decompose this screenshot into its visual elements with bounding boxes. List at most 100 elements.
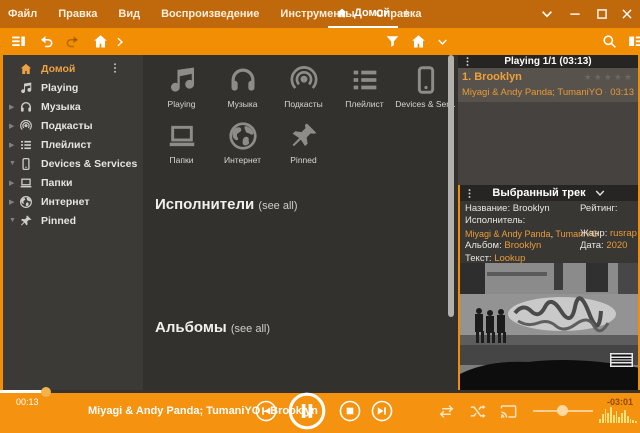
expand-arrow-icon[interactable]: ▼: [9, 160, 19, 167]
album-art: [460, 263, 638, 390]
tile-music[interactable]: Музыка: [212, 62, 273, 112]
tile-devices[interactable]: Devices & Ser...: [395, 62, 456, 112]
album-label: Альбом:: [465, 240, 502, 251]
sidebar-item-folders[interactable]: ▶ Папки: [3, 173, 143, 192]
back-icon[interactable]: [38, 33, 55, 50]
location-home-icon[interactable]: [410, 33, 427, 50]
genre-link[interactable]: rusrap: [610, 228, 637, 239]
title-value: Brooklyn: [513, 203, 550, 214]
laptop-icon: [166, 120, 198, 152]
menu-play[interactable]: Воспроизведение: [161, 8, 259, 20]
queue-track-title: 1. Brooklyn: [462, 71, 522, 83]
queue-track-row[interactable]: 1. Brooklyn ★★★★★ Miyagi & Andy Panda; T…: [458, 68, 638, 102]
tile-label: Pinned: [290, 155, 316, 165]
vertical-scrollbar[interactable]: [448, 55, 454, 317]
expand-arrow-icon[interactable]: ▶: [9, 179, 19, 187]
rating-stars[interactable]: ★★★★★: [584, 72, 634, 83]
panel-menu-icon[interactable]: [464, 188, 475, 199]
stop-button[interactable]: [339, 400, 361, 422]
expand-arrow-icon[interactable]: ▶: [9, 103, 19, 111]
maximize-button[interactable]: [595, 7, 609, 21]
expand-arrow-icon[interactable]: ▶: [9, 198, 19, 206]
pin-icon: [288, 120, 320, 152]
menu-view[interactable]: Вид: [118, 8, 140, 20]
filter-icon[interactable]: [384, 33, 401, 50]
search-icon[interactable]: [601, 33, 618, 50]
item-menu-icon[interactable]: [109, 62, 121, 74]
queue-track-duration: 03:13: [610, 87, 634, 98]
player-bar: 00:13 -03:01 Miyagi & Andy Panda; Tumani…: [0, 390, 640, 433]
menu-edit[interactable]: Правка: [58, 8, 97, 20]
now-playing-title[interactable]: Miyagi & Andy Panda; TumaniYO - Brooklyn: [88, 405, 318, 417]
queue-header-label: Playing 1/1 (03:13): [504, 56, 591, 67]
sidebar-item-internet[interactable]: ▶ Интернет: [3, 192, 143, 211]
toolbar: [0, 28, 640, 55]
headphones-icon: [227, 64, 259, 96]
tile-folders[interactable]: Папки: [151, 118, 212, 168]
playlist-icon: [19, 138, 33, 152]
album-link[interactable]: Brooklyn: [504, 240, 541, 251]
home-nav-icon[interactable]: [92, 33, 109, 50]
cast-button[interactable]: [499, 402, 518, 421]
tab-home[interactable]: Домой: [328, 0, 398, 28]
expand-arrow-icon[interactable]: ▶: [9, 141, 19, 149]
globe-icon: [227, 120, 259, 152]
seek-handle[interactable]: [41, 387, 51, 397]
previous-button[interactable]: [255, 400, 277, 422]
collapse-chevron-icon[interactable]: [594, 187, 606, 199]
panel-menu-icon[interactable]: [462, 56, 473, 67]
view-layout-icon[interactable]: [10, 33, 27, 50]
mediamonkey-window: Файл Правка Вид Воспроизведение Инструме…: [0, 0, 640, 433]
playing-queue-header[interactable]: Playing 1/1 (03:13): [458, 55, 638, 68]
forward-icon[interactable]: [64, 33, 81, 50]
tile-pinned[interactable]: Pinned: [273, 118, 334, 168]
new-tab-button[interactable]: +: [402, 5, 411, 22]
sidebar-item-label: Плейлист: [41, 139, 91, 151]
repeat-button[interactable]: [437, 402, 456, 421]
sidebar-item-playing[interactable]: Playing: [3, 78, 143, 97]
lyrics-lookup-link[interactable]: Lookup: [494, 253, 525, 264]
close-button[interactable]: [620, 7, 634, 21]
volume-handle[interactable]: [557, 405, 568, 416]
sidebar-item-home[interactable]: Домой: [3, 59, 143, 78]
date-label: Дата:: [580, 240, 604, 251]
see-all-link[interactable]: (see all): [258, 200, 297, 212]
tile-label: Devices & Ser...: [395, 99, 455, 109]
pause-button[interactable]: [288, 392, 326, 430]
tile-label: Интернет: [224, 155, 261, 165]
tile-podcasts[interactable]: Подкасты: [273, 62, 334, 112]
sidebar: Домой Playing ▶ Музыка ▶ Подкасты ▶: [3, 55, 143, 390]
sidebar-item-podcasts[interactable]: ▶ Подкасты: [3, 116, 143, 135]
tile-label: Папки: [170, 155, 194, 165]
tab-home-label: Домой: [354, 7, 390, 19]
titlebar-chevron-down-icon[interactable]: [540, 7, 554, 21]
sidebar-item-music[interactable]: ▶ Музыка: [3, 97, 143, 116]
expand-arrow-icon[interactable]: ▼: [9, 217, 19, 224]
location-dropdown-icon[interactable]: [436, 36, 449, 48]
minimize-button[interactable]: [568, 7, 582, 21]
selected-track-header[interactable]: Выбранный трек: [460, 185, 638, 201]
artist-link[interactable]: Miyagi & Andy Panda: [465, 229, 551, 239]
sidebar-item-devices[interactable]: ▼ Devices & Services: [3, 154, 143, 173]
tile-playlists[interactable]: Плейлист: [334, 62, 395, 112]
see-all-link[interactable]: (see all): [231, 323, 270, 335]
sidebar-item-pinned[interactable]: ▼ Pinned: [3, 211, 143, 230]
tile-label: Подкасты: [284, 99, 323, 109]
spectrum-visualizer[interactable]: [599, 405, 637, 423]
tile-label: Playing: [168, 99, 196, 109]
right-panel: Playing 1/1 (03:13) 1. Brooklyn ★★★★★ Mi…: [458, 55, 638, 390]
expand-arrow-icon[interactable]: ▶: [9, 122, 19, 130]
breadcrumb-chevron-icon[interactable]: [114, 36, 126, 48]
tile-playing[interactable]: Playing: [151, 62, 212, 112]
date-link[interactable]: 2020: [606, 240, 627, 251]
sidebar-item-playlists[interactable]: ▶ Плейлист: [3, 135, 143, 154]
album-art-image: [460, 263, 638, 390]
selected-track-header-label: Выбранный трек: [492, 187, 585, 199]
next-button[interactable]: [371, 400, 393, 422]
shuffle-button[interactable]: [468, 402, 487, 421]
panel-toggle-icon[interactable]: [627, 33, 640, 50]
title-bar: Файл Правка Вид Воспроизведение Инструме…: [0, 0, 640, 28]
menu-file[interactable]: Файл: [8, 8, 37, 20]
queue-empty-space: [458, 102, 638, 185]
tile-internet[interactable]: Интернет: [212, 118, 273, 168]
